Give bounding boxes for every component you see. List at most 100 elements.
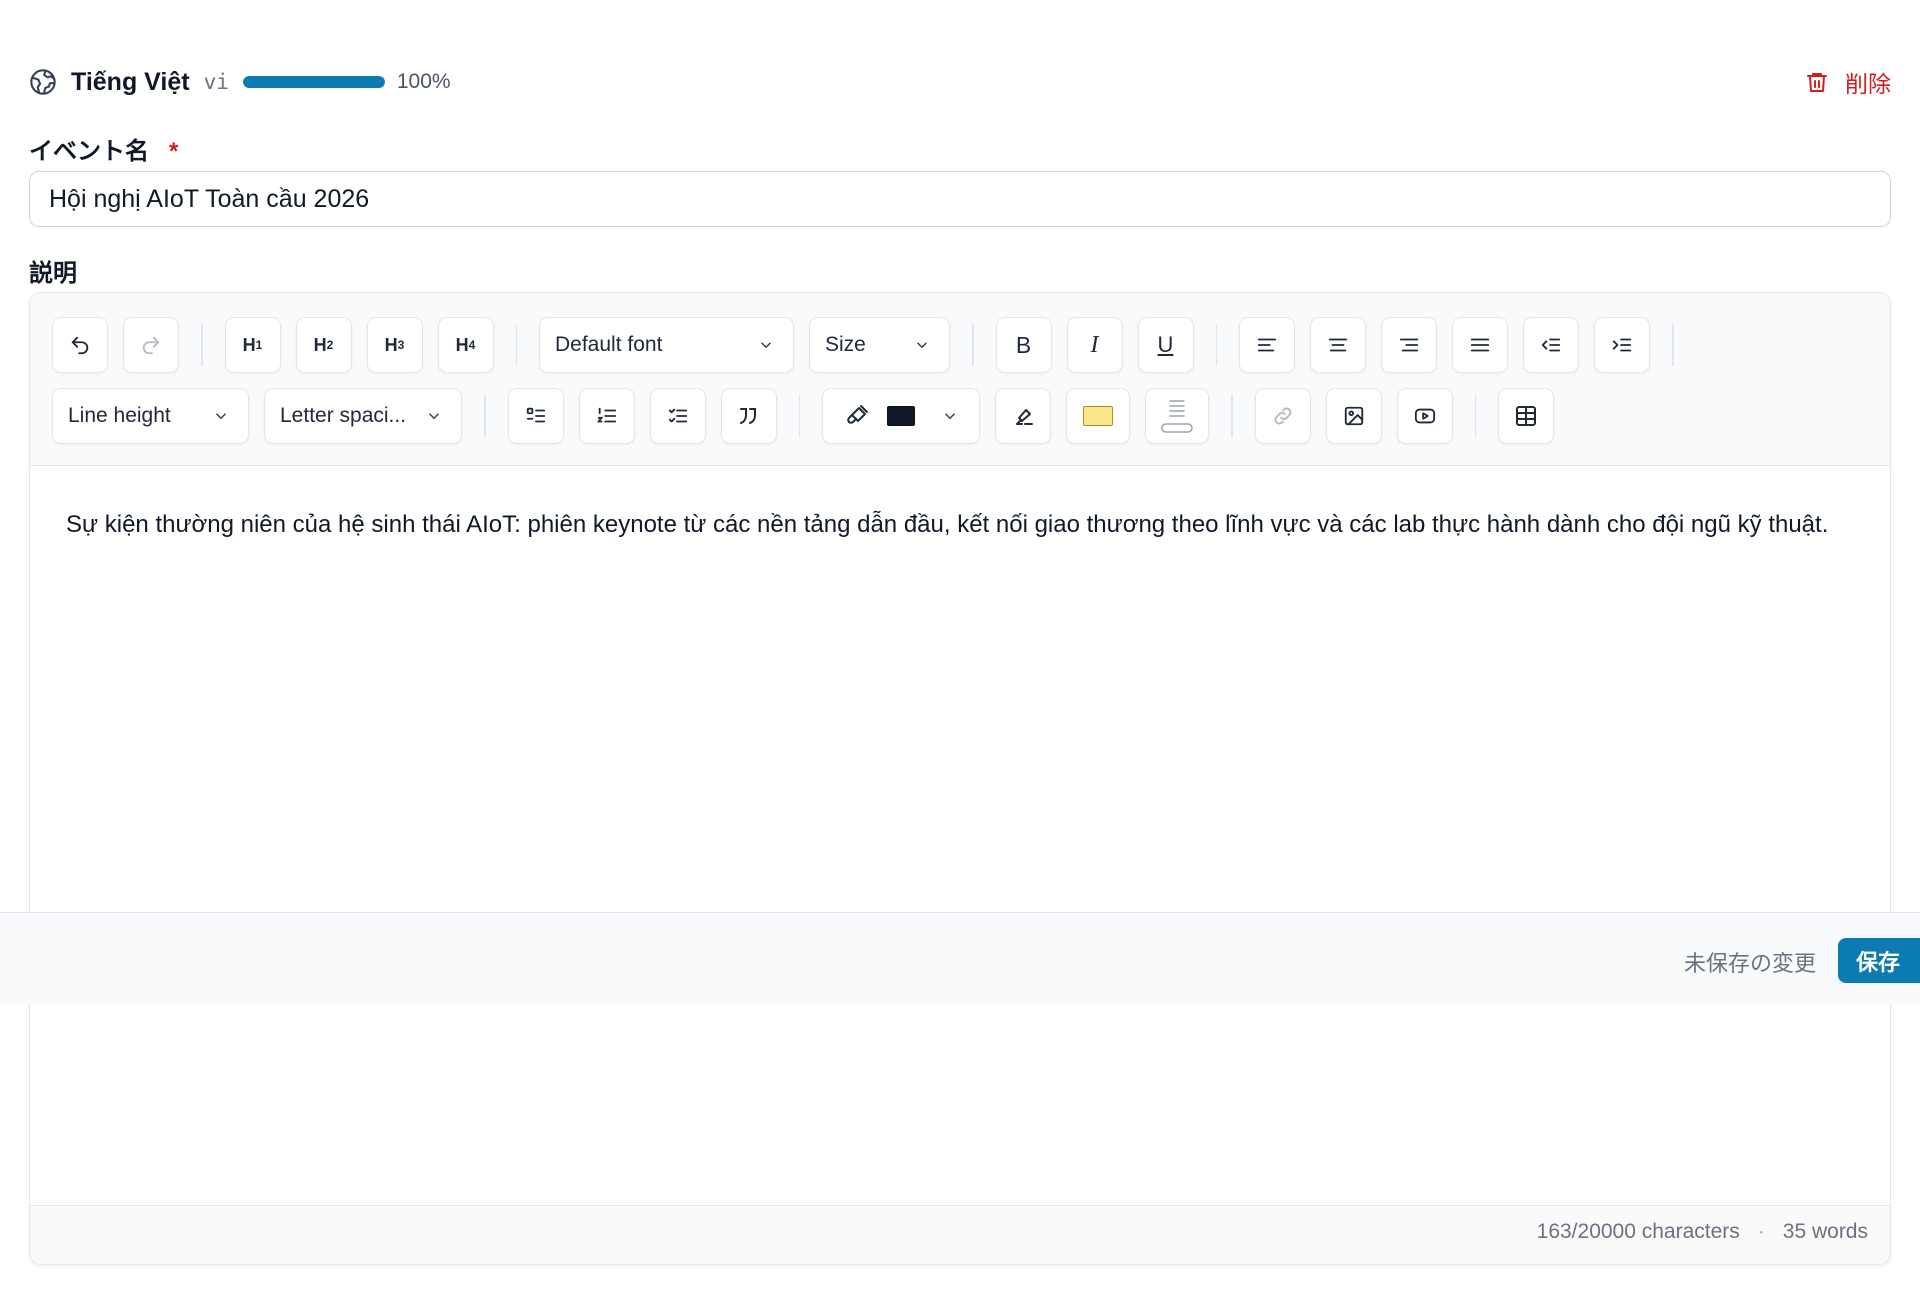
align-center-icon [1328, 338, 1348, 352]
chevron-down-icon [916, 342, 928, 349]
line-height-select[interactable]: Line height [52, 388, 249, 444]
font-size-select[interactable]: Size [809, 317, 950, 373]
rich-text-editor: H1 H2 H3 H4 Default font Size B I U Line… [29, 292, 1891, 1265]
event-name-label-text: イベント名 [29, 138, 149, 165]
block-background-icon [1161, 400, 1193, 433]
language-header: Tiếng Việt vi 100% 削除 [29, 62, 1891, 102]
save-button[interactable]: 保存 [1838, 938, 1920, 983]
toolbar-separator [484, 395, 486, 437]
text-color-select[interactable] [822, 388, 980, 444]
blockquote-button[interactable] [720, 388, 777, 444]
heading-4-label: H [455, 334, 469, 355]
heading-3-label: H [384, 334, 398, 355]
ordered-list-icon [596, 407, 616, 423]
letter-spacing-value: Letter spaci... [280, 404, 407, 427]
redo-icon [142, 336, 160, 355]
highlighter-button[interactable] [995, 388, 1051, 444]
letter-spacing-select[interactable]: Letter spaci... [264, 388, 462, 444]
toolbar-separator [1672, 324, 1674, 366]
heading-3-button[interactable]: H3 [366, 317, 423, 373]
heading-2-button[interactable]: H2 [295, 317, 352, 373]
italic-button[interactable]: I [1066, 317, 1123, 373]
toolbar-separator [798, 395, 800, 437]
heading-4-level: 4 [468, 338, 476, 352]
underline-label: U [1157, 332, 1174, 357]
task-list-icon [668, 408, 687, 423]
bold-label: B [1015, 331, 1032, 358]
language-code: vi [203, 70, 229, 94]
event-name-label: イベント名 * [29, 131, 178, 166]
redo-button[interactable] [123, 317, 179, 373]
line-height-value: Line height [68, 404, 171, 427]
italic-label: I [1090, 331, 1099, 358]
editor-content[interactable]: Sự kiện thường niên của hệ sinh thái AIo… [66, 505, 1856, 544]
quote-icon [739, 408, 756, 424]
undo-icon [71, 336, 89, 355]
align-center-button[interactable] [1310, 317, 1366, 373]
align-right-button[interactable] [1381, 317, 1437, 373]
underline-button[interactable]: U [1137, 317, 1194, 373]
chevron-down-icon [428, 413, 440, 420]
indent-icon [1612, 338, 1632, 352]
indent-button[interactable] [1594, 317, 1650, 373]
align-right-icon [1399, 338, 1419, 352]
language-name: Tiếng Việt [71, 67, 190, 96]
heading-4-button[interactable]: H4 [437, 317, 494, 373]
toolbar-separator [972, 324, 974, 366]
delete-label: 削除 [1845, 71, 1891, 97]
heading-2-label: H [313, 334, 327, 355]
outdent-button[interactable] [1523, 317, 1579, 373]
bullet-list-button[interactable] [507, 388, 564, 444]
translation-progress-label: 100% [396, 70, 451, 93]
unsaved-changes-bar: 未保存の変更 保存 [0, 912, 1920, 1005]
toolbar-separator [1474, 395, 1476, 437]
heading-2-level: 2 [326, 338, 334, 352]
chevron-down-icon [944, 413, 956, 420]
align-justify-button[interactable] [1452, 317, 1508, 373]
delete-language-button[interactable]: 削除 [1805, 65, 1891, 99]
align-left-icon [1257, 338, 1277, 352]
character-count: 163/20000 characters [1536, 1220, 1740, 1243]
block-background-button[interactable] [1145, 388, 1209, 444]
highlight-color-swatch [1083, 406, 1113, 426]
highlighter-icon [1016, 409, 1033, 425]
translation-progress-fill [242, 76, 385, 88]
bold-button[interactable]: B [995, 317, 1052, 373]
globe-icon [29, 68, 57, 96]
toolbar-separator [1231, 395, 1233, 437]
outdent-icon [1541, 338, 1561, 352]
insert-table-button[interactable] [1498, 388, 1554, 444]
highlight-color-button[interactable] [1066, 388, 1130, 444]
bullet-list-icon [526, 407, 545, 423]
chevron-down-icon [760, 342, 772, 349]
align-left-button[interactable] [1239, 317, 1295, 373]
font-family-select[interactable]: Default font [539, 317, 794, 373]
toolbar-separator [1215, 324, 1217, 366]
editor-footer: 163/20000 characters · 35 words [30, 1205, 1890, 1264]
required-mark: * [169, 138, 179, 165]
font-family-value: Default font [555, 333, 663, 356]
paint-brush-icon [847, 405, 868, 424]
text-color-swatch [887, 406, 915, 426]
count-separator: · [1757, 1220, 1765, 1243]
insert-image-button[interactable] [1325, 388, 1382, 444]
heading-1-label: H [242, 334, 256, 355]
editor-counts: 163/20000 characters · 35 words [1537, 1220, 1868, 1244]
trash-icon [1807, 73, 1827, 92]
editor-toolbar: H1 H2 H3 H4 Default font Size B I U Line… [30, 293, 1890, 466]
undo-button[interactable] [52, 317, 108, 373]
link-button[interactable] [1254, 388, 1311, 444]
table-icon [1516, 406, 1536, 426]
toolbar-separator [201, 324, 203, 366]
event-name-input[interactable] [29, 171, 1891, 227]
image-icon [1344, 406, 1363, 426]
unsaved-changes-label: 未保存の変更 [1683, 951, 1816, 976]
ordered-list-button[interactable] [578, 388, 635, 444]
description-label: 説明 [29, 260, 77, 287]
font-size-value: Size [825, 333, 866, 356]
heading-1-level: 1 [255, 338, 263, 352]
heading-1-button[interactable]: H1 [224, 317, 281, 373]
insert-video-button[interactable] [1396, 388, 1453, 444]
task-list-button[interactable] [649, 388, 706, 444]
align-justify-icon [1470, 338, 1490, 352]
